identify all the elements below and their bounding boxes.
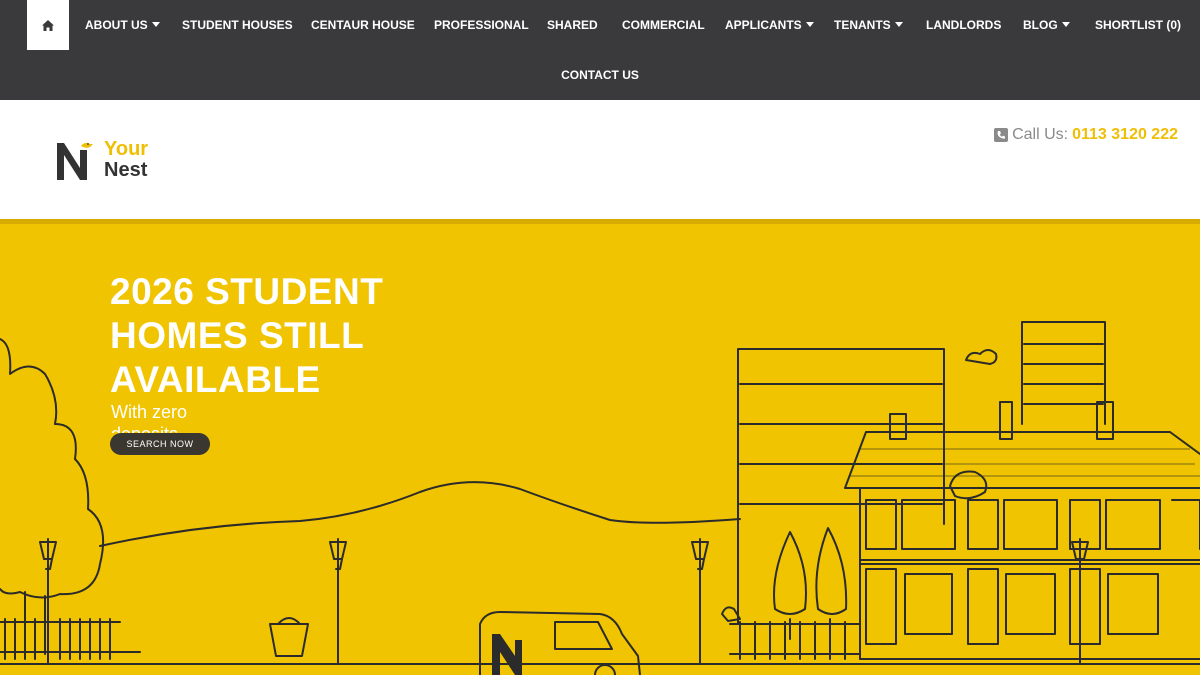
caret-down-icon [151, 22, 160, 27]
phone-number-link[interactable]: 0113 3120 222 [1072, 126, 1178, 144]
nav-centaur-house[interactable]: CENTAUR HOUSE [311, 0, 415, 50]
nav-tenants[interactable]: TENANTS [834, 0, 903, 50]
logo-mark-icon [57, 142, 93, 180]
call-us: Call Us: 0113 3120 222 [994, 126, 1178, 144]
phone-square-icon [994, 128, 1009, 142]
caret-down-icon [805, 22, 814, 27]
top-navigation: ABOUT US STUDENT HOUSES CENTAUR HOUSE PR… [0, 0, 1200, 100]
call-us-label: Call Us: [1012, 126, 1069, 143]
home-button[interactable] [27, 0, 69, 50]
hero-title-line: HOMES STILL [110, 315, 365, 356]
nav-contact-us[interactable]: CONTACT US [561, 50, 639, 100]
hero-title: 2026 STUDENT HOMES STILL AVAILABLE [110, 270, 440, 402]
nav-student-houses[interactable]: STUDENT HOUSES [182, 0, 293, 50]
nav-second-row: CONTACT US [0, 50, 1200, 100]
caret-down-icon [894, 22, 903, 27]
nav-shared[interactable]: SHARED [547, 0, 598, 50]
hero-banner: 2026 STUDENT HOMES STILL AVAILABLE With … [0, 224, 1200, 675]
nav-applicants[interactable]: APPLICANTS [725, 0, 814, 50]
nav-landlords[interactable]: LANDLORDS [926, 0, 1001, 50]
site-header: Your Nest Call Us: 0113 3120 222 [0, 100, 1200, 219]
nav-professional[interactable]: PROFESSIONAL [434, 0, 529, 50]
nav-shortlist[interactable]: SHORTLIST (0) [1095, 0, 1181, 50]
nav-blog[interactable]: BLOG [1023, 0, 1070, 50]
hero-title-line: 2026 STUDENT [110, 271, 384, 312]
logo-text: Your Nest [104, 139, 148, 181]
search-now-button[interactable]: SEARCH NOW [110, 433, 210, 455]
yournest-logo[interactable]: Your Nest [55, 138, 165, 184]
home-icon [42, 19, 54, 31]
hero-title-line: AVAILABLE [110, 359, 321, 400]
logo-word-nest: Nest [104, 159, 148, 181]
nav-about-us[interactable]: ABOUT US [85, 0, 160, 50]
logo-word-your: Your [104, 138, 149, 160]
nav-commercial[interactable]: COMMERCIAL [622, 0, 705, 50]
caret-down-icon [1061, 22, 1070, 27]
hero-subtitle: With zero deposits [111, 402, 188, 433]
